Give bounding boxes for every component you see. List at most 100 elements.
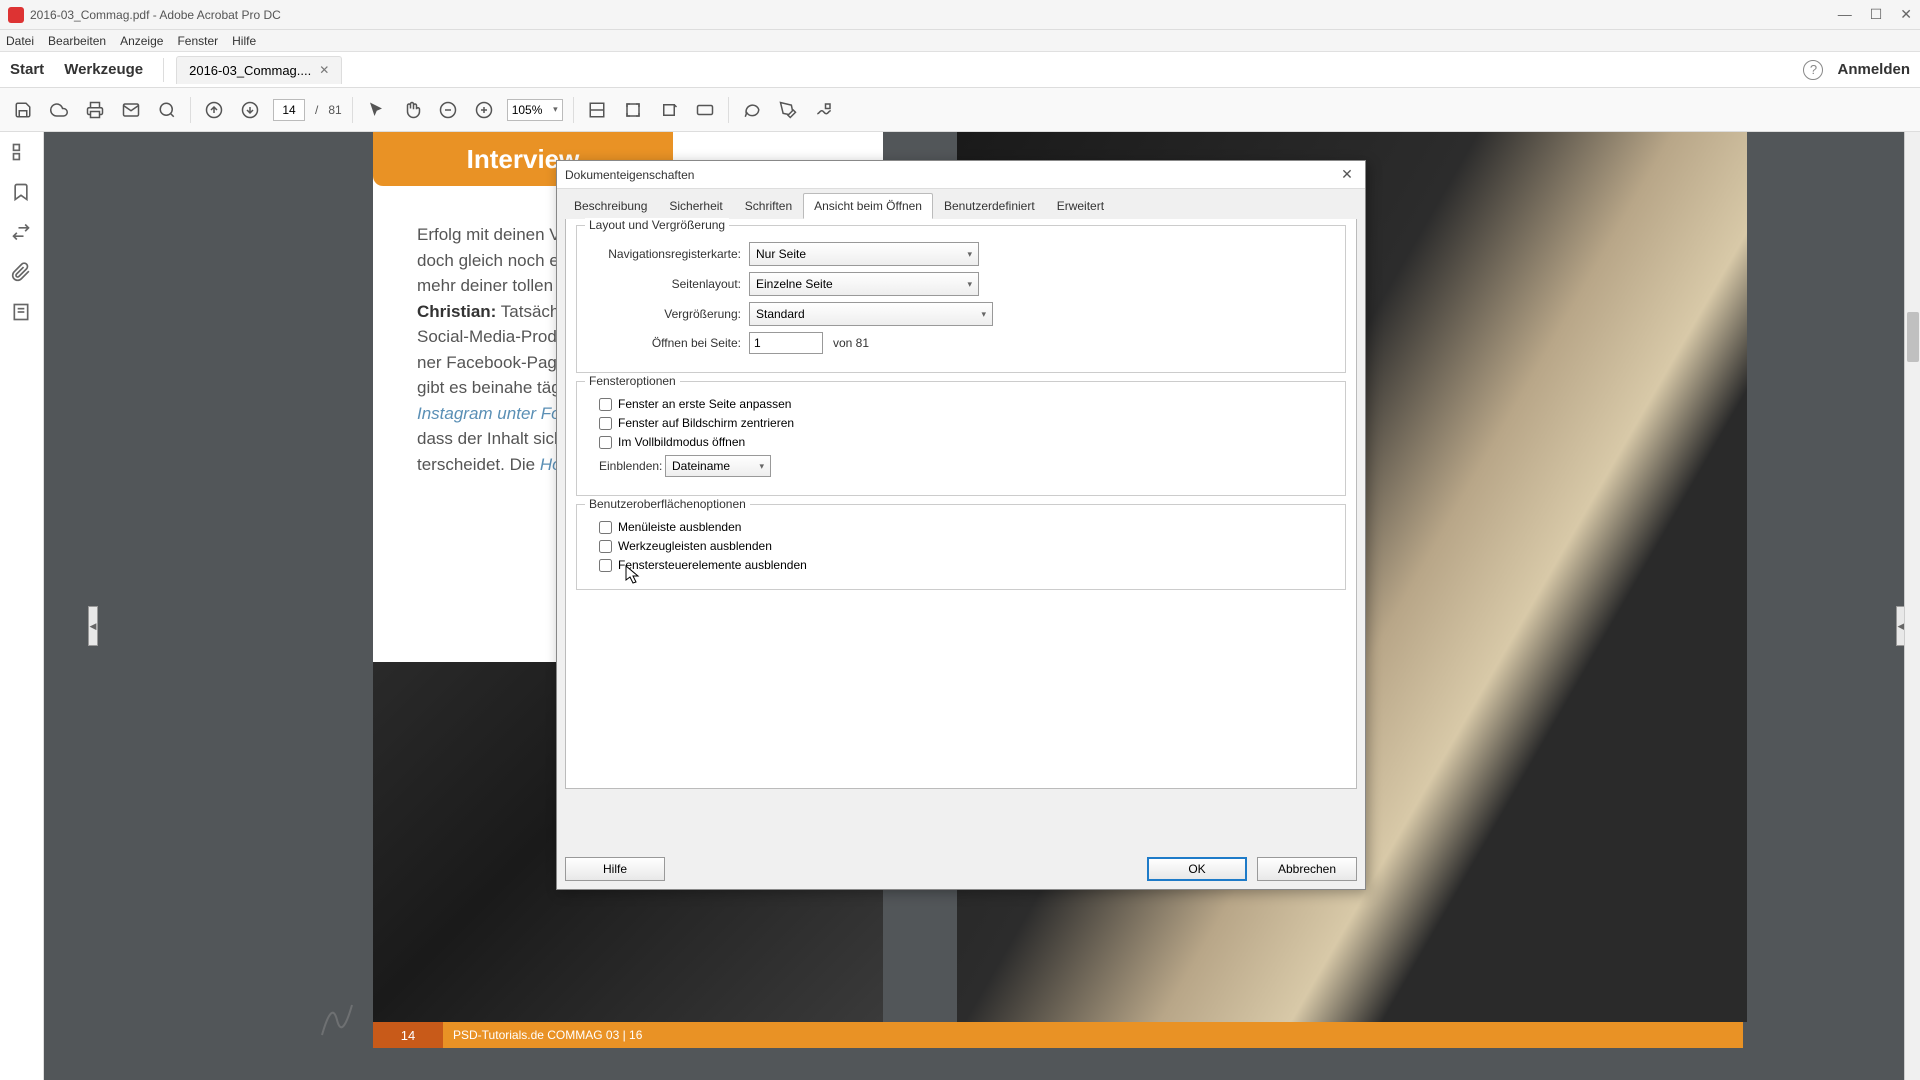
read-mode-icon[interactable]: [692, 97, 718, 123]
page-up-icon[interactable]: [201, 97, 227, 123]
dialog-tabs: Beschreibung Sicherheit Schriften Ansich…: [557, 189, 1365, 219]
minimize-button[interactable]: —: [1838, 6, 1852, 23]
group-ui-options: Benutzeroberflächenoptionen Menüleiste a…: [576, 504, 1346, 590]
nav-tab-label: Navigationsregisterkarte:: [589, 247, 749, 261]
sign-icon[interactable]: [811, 97, 837, 123]
print-icon[interactable]: [82, 97, 108, 123]
maximize-button[interactable]: ☐: [1870, 6, 1883, 23]
group-layout: Layout und Vergrößerung Navigationsregis…: [576, 225, 1346, 373]
menu-fenster[interactable]: Fenster: [177, 34, 218, 48]
help-icon[interactable]: ?: [1803, 60, 1823, 80]
tab-benutzerdefiniert[interactable]: Benutzerdefiniert: [933, 193, 1046, 219]
select-tool-icon[interactable]: [363, 97, 389, 123]
rotate-icon[interactable]: [656, 97, 682, 123]
dialog-body: Layout und Vergrößerung Navigationsregis…: [565, 219, 1357, 789]
footer-page-number: 14: [373, 1022, 443, 1048]
footer-bar-text: PSD-Tutorials.de COMMAG 03 | 16: [443, 1022, 1743, 1048]
bookmarks-icon[interactable]: [11, 182, 33, 204]
window-title: 2016-03_Commag.pdf - Adobe Acrobat Pro D…: [30, 8, 1838, 22]
tab-erweitert[interactable]: Erweitert: [1046, 193, 1115, 219]
page-footer: 14 PSD-Tutorials.de COMMAG 03 | 16: [373, 1022, 1743, 1048]
file-tab[interactable]: 2016-03_Commag.... ✕: [176, 56, 342, 84]
menu-bearbeiten[interactable]: Bearbeiten: [48, 34, 106, 48]
chk-hide-window-controls[interactable]: [599, 559, 612, 572]
pagelayout-select[interactable]: Einzelne Seite: [749, 272, 979, 296]
search-icon[interactable]: [154, 97, 180, 123]
show-select[interactable]: Dateiname: [665, 455, 771, 477]
comment-icon[interactable]: [739, 97, 765, 123]
help-button[interactable]: Hilfe: [565, 857, 665, 881]
watermark-icon: [307, 990, 367, 1050]
dialog-close-icon[interactable]: ✕: [1337, 166, 1357, 183]
thumbnails-icon[interactable]: [11, 142, 33, 164]
navigate-icon[interactable]: [11, 222, 33, 244]
left-rail: [0, 132, 44, 1080]
openat-suffix: von 81: [833, 336, 869, 350]
expand-left-handle[interactable]: ◀: [88, 606, 98, 646]
group-window-options: Fensteroptionen Fenster an erste Seite a…: [576, 381, 1346, 496]
chk-hide-toolbars-label: Werkzeugleisten ausblenden: [618, 539, 772, 553]
tab-ansicht-beim-oeffnen[interactable]: Ansicht beim Öffnen: [803, 193, 933, 219]
cancel-button[interactable]: Abbrechen: [1257, 857, 1357, 881]
menubar: Datei Bearbeiten Anzeige Fenster Hilfe: [0, 30, 1920, 52]
zoom-select[interactable]: 105%: [507, 99, 563, 121]
top-tab-bar: Start Werkzeuge 2016-03_Commag.... ✕ ? A…: [0, 52, 1920, 88]
legend-layout: Layout und Vergrößerung: [585, 218, 729, 232]
legend-window: Fensteroptionen: [585, 374, 680, 388]
cloud-icon[interactable]: [46, 97, 72, 123]
close-button[interactable]: ✕: [1900, 6, 1912, 23]
show-label: Einblenden:: [599, 459, 665, 473]
tab-tools[interactable]: Werkzeuge: [64, 61, 143, 78]
email-icon[interactable]: [118, 97, 144, 123]
file-tab-close-icon[interactable]: ✕: [319, 63, 329, 77]
chk-hide-menubar-label: Menüleiste ausblenden: [618, 520, 741, 534]
chk-fit-first-page-label: Fenster an erste Seite anpassen: [618, 397, 791, 411]
openat-label: Öffnen bei Seite:: [589, 336, 749, 350]
titlebar: 2016-03_Commag.pdf - Adobe Acrobat Pro D…: [0, 0, 1920, 30]
nav-tab-select[interactable]: Nur Seite: [749, 242, 979, 266]
app-icon: [8, 7, 24, 23]
page-number-input[interactable]: [273, 99, 305, 121]
window-controls: — ☐ ✕: [1838, 6, 1912, 23]
dialog-titlebar[interactable]: Dokumenteigenschaften ✕: [557, 161, 1365, 189]
page-separator: /: [315, 103, 318, 117]
layers-icon[interactable]: [11, 302, 33, 324]
legend-ui: Benutzeroberflächenoptionen: [585, 497, 750, 511]
chk-center-screen[interactable]: [599, 417, 612, 430]
dialog-title: Dokumenteigenschaften: [565, 168, 1337, 182]
file-tab-label: 2016-03_Commag....: [189, 63, 311, 78]
zoom-in-icon[interactable]: [471, 97, 497, 123]
dialog-footer: Hilfe OK Abbrechen: [565, 857, 1357, 881]
signin-link[interactable]: Anmelden: [1837, 61, 1910, 78]
chk-hide-toolbars[interactable]: [599, 540, 612, 553]
document-properties-dialog: Dokumenteigenschaften ✕ Beschreibung Sic…: [556, 160, 1366, 890]
magnification-select[interactable]: Standard: [749, 302, 993, 326]
page-total: 81: [328, 103, 341, 117]
fit-width-icon[interactable]: [584, 97, 610, 123]
page-down-icon[interactable]: [237, 97, 263, 123]
menu-hilfe[interactable]: Hilfe: [232, 34, 256, 48]
tab-schriften[interactable]: Schriften: [734, 193, 803, 219]
magnification-label: Vergrößerung:: [589, 307, 749, 321]
menu-anzeige[interactable]: Anzeige: [120, 34, 163, 48]
attachment-icon[interactable]: [11, 262, 33, 284]
chk-fit-first-page[interactable]: [599, 398, 612, 411]
chk-hide-menubar[interactable]: [599, 521, 612, 534]
highlight-icon[interactable]: [775, 97, 801, 123]
chk-hide-window-controls-label: Fenstersteuerelemente ausblenden: [618, 558, 807, 572]
ok-button[interactable]: OK: [1147, 857, 1247, 881]
save-icon[interactable]: [10, 97, 36, 123]
vertical-scrollbar[interactable]: [1904, 132, 1920, 1080]
openat-input[interactable]: [749, 332, 823, 354]
zoom-out-icon[interactable]: [435, 97, 461, 123]
menu-datei[interactable]: Datei: [6, 34, 34, 48]
tab-beschreibung[interactable]: Beschreibung: [563, 193, 658, 219]
chk-fullscreen[interactable]: [599, 436, 612, 449]
tab-start[interactable]: Start: [10, 61, 44, 78]
chk-center-screen-label: Fenster auf Bildschirm zentrieren: [618, 416, 794, 430]
scrollbar-thumb[interactable]: [1907, 312, 1919, 362]
fit-page-icon[interactable]: [620, 97, 646, 123]
hand-tool-icon[interactable]: [399, 97, 425, 123]
pagelayout-label: Seitenlayout:: [589, 277, 749, 291]
tab-sicherheit[interactable]: Sicherheit: [658, 193, 733, 219]
